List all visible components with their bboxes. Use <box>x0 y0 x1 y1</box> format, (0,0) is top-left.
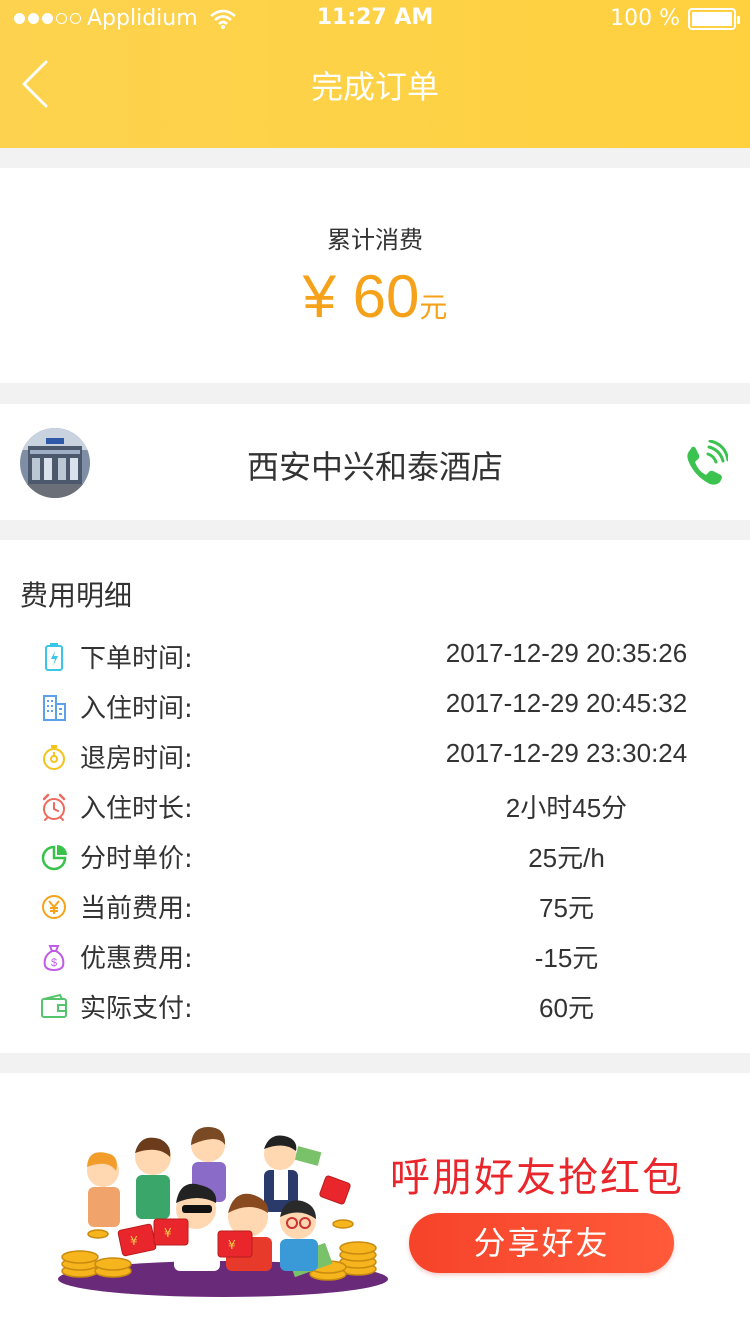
detail-label: 优惠费用: <box>80 944 193 974</box>
fee-detail-card: 费用明细 下单时间: 2017-12-29 20:35:26 入住时间: 201… <box>0 540 750 1053</box>
detail-value: -15元 <box>534 943 599 973</box>
detail-row-current-fee: 当前费用: 75元 <box>0 882 750 932</box>
detail-label: 当前费用: <box>80 894 193 924</box>
detail-value: 60元 <box>539 993 594 1023</box>
svg-text:¥: ¥ <box>130 1234 138 1248</box>
detail-row-actual-payment: 实际支付: 60元 <box>0 982 750 1032</box>
battery-icon <box>688 7 740 30</box>
detail-row-discount: $ 优惠费用: -15元 <box>0 932 750 982</box>
detail-row-stay-duration: 入住时长: 2小时45分 <box>0 782 750 832</box>
fee-detail-title: 费用明细 <box>20 579 133 612</box>
detail-label: 实际支付: <box>80 994 193 1024</box>
detail-label: 入住时间: <box>80 694 193 724</box>
total-spend-label: 累计消费 <box>327 226 423 254</box>
detail-row-order-time: 下单时间: 2017-12-29 20:35:26 <box>0 632 750 682</box>
detail-row-checkout-time: 退房时间: 2017-12-29 23:30:24 <box>0 732 750 782</box>
page-title: 完成订单 <box>310 68 439 106</box>
detail-value: 2017-12-29 20:35:26 <box>445 638 688 668</box>
total-spend-amount: ¥ 60元 <box>0 262 750 331</box>
share-promo-card: ¥ ¥ ¥ 呼朋好友抢红包 分享好友 <box>0 1073 750 1334</box>
alarm-clock-icon <box>42 793 66 821</box>
hotel-name: 西安中兴和泰酒店 <box>246 448 503 486</box>
header: Applidium 11:27 AM 100 % 完成订单 <box>0 0 750 148</box>
detail-value: 25元/h <box>528 843 605 873</box>
detail-value: 2小时45分 <box>505 793 628 823</box>
hotel-card[interactable]: 西安中兴和泰酒店 <box>0 404 750 520</box>
detail-row-checkin-time: 入住时间: 2017-12-29 20:45:32 <box>0 682 750 732</box>
phone-call-icon[interactable] <box>682 440 728 490</box>
wallet-icon <box>41 993 67 1018</box>
svg-text:$: $ <box>51 957 57 969</box>
share-friends-button[interactable]: 分享好友 <box>409 1213 674 1273</box>
yen-coin-icon <box>42 895 66 919</box>
promo-title: 呼朋好友抢红包 <box>390 1155 684 1201</box>
timer-icon <box>43 745 65 770</box>
svg-text:¥: ¥ <box>228 1238 236 1252</box>
total-amount-value: ¥ 60 <box>302 263 420 330</box>
pie-chart-icon <box>41 845 67 871</box>
fee-detail-list: 下单时间: 2017-12-29 20:35:26 入住时间: 2017-12-… <box>0 632 750 1032</box>
detail-row-unit-price: 分时单价: 25元/h <box>0 832 750 882</box>
detail-value: 75元 <box>539 893 594 923</box>
building-icon <box>43 695 66 721</box>
status-right: 100 % <box>610 6 740 31</box>
celebrating-people-illustration: ¥ ¥ ¥ <box>58 1127 388 1297</box>
total-amount-unit: 元 <box>419 291 448 324</box>
detail-label: 退房时间: <box>80 744 193 774</box>
detail-label: 下单时间: <box>80 644 193 674</box>
detail-label: 入住时长: <box>80 794 193 824</box>
detail-label: 分时单价: <box>80 844 193 874</box>
battery-bolt-icon <box>45 643 63 671</box>
status-bar: Applidium 11:27 AM 100 % <box>0 0 750 40</box>
money-bag-icon: $ <box>43 945 65 972</box>
detail-value: 2017-12-29 23:30:24 <box>445 738 688 768</box>
svg-text:¥: ¥ <box>164 1226 172 1240</box>
battery-percent: 100 % <box>610 6 680 31</box>
detail-value: 2017-12-29 20:45:32 <box>445 688 688 718</box>
